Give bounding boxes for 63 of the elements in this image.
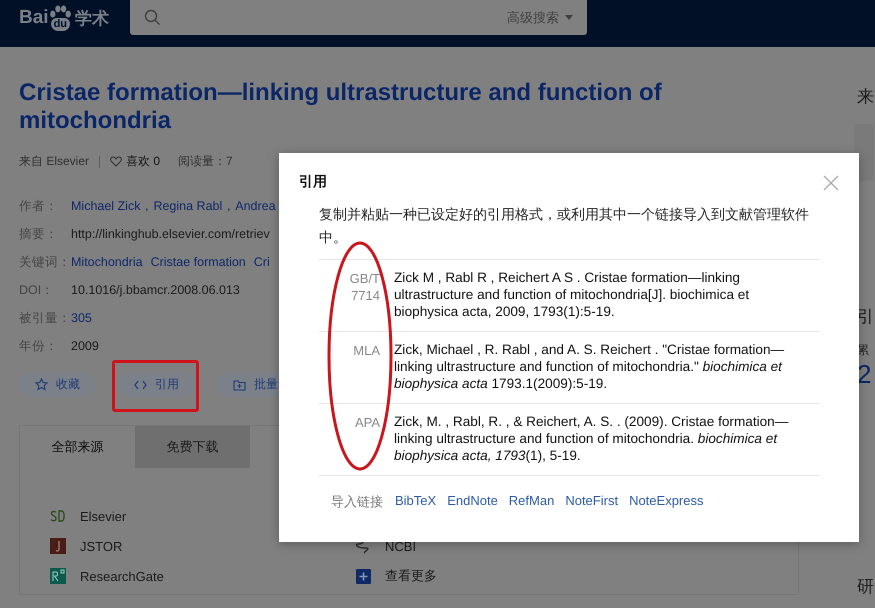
field-label: 年份： (19, 338, 59, 354)
search-field[interactable]: 高级搜索 (130, 0, 588, 35)
field-link[interactable]: Mitochondria (71, 255, 143, 269)
source-link[interactable]: 查看更多 (385, 567, 437, 585)
paw-icon (50, 5, 71, 18)
plus-icon (356, 568, 370, 584)
format-label: GB/T 7714 (348, 270, 380, 305)
source-link[interactable]: ResearchGate (80, 568, 164, 584)
field-label: DOI： (19, 282, 56, 298)
section-heading: 研 (857, 576, 874, 598)
dialog-description: 复制并粘贴一种已设定好的引用格式，或利用其中一个链接导入到文献管理软件中。 (319, 205, 810, 247)
field-link[interactable]: Cristae formation (150, 255, 246, 269)
field-value: 2009 (71, 339, 99, 353)
stat-label: 累 (857, 342, 870, 359)
paper-title: Cristae formation—linking ultrastructure and function of mitochondria (19, 79, 663, 135)
format-label: MLA (352, 342, 380, 360)
import-link[interactable]: NoteExpress (629, 493, 704, 511)
import-link[interactable]: RefMan (508, 493, 554, 511)
caret-icon (565, 15, 574, 20)
source-logo-icon (50, 538, 66, 554)
search-icon (144, 9, 162, 26)
close-button[interactable] (823, 175, 839, 191)
import-link[interactable]: BibTeX (395, 493, 436, 511)
like-button[interactable]: 喜欢 0 (110, 153, 160, 170)
field-value: http://linkinghub.elsevier.com/retriev (71, 227, 270, 241)
citation-text: Zick, M. , Rabl, R. , & Reichert, A. S. . (2009). Cristae formation—linking ultrastructure and function of mitochondria. biochimica et biophysica acta, 1793(1), 5-19. (394, 413, 790, 465)
import-label: 导入链接 (331, 493, 383, 511)
code-icon (134, 380, 147, 390)
source-logo-icon (50, 509, 66, 523)
source-logo-icon (50, 568, 66, 584)
format-label: APA (354, 414, 380, 432)
source-link[interactable]: Elsevier (80, 508, 126, 524)
folder-plus-icon (233, 378, 246, 390)
action-button[interactable]: 收藏 (19, 372, 96, 397)
heart-icon (110, 156, 122, 167)
source-link[interactable]: NCBI (385, 538, 416, 554)
field-label: 被引量： (19, 310, 71, 326)
source-tab[interactable]: 免费下载 (135, 426, 250, 468)
star-icon (35, 378, 48, 391)
logo-text: Bai (19, 7, 49, 29)
section-heading: 来 (857, 86, 874, 108)
advanced-search-link[interactable]: 高级搜索 (507, 8, 560, 26)
field-label: 摘要： (19, 226, 59, 242)
citation-text: Zick, Michael , R. Rabl , and A. S. Reichert . "Cristae formation—linking ultrastructure and function of mitochondria." biochimica et biophysica acta 1793.1(2009):5-19. (394, 341, 786, 393)
field-link[interactable]: 305 (71, 311, 92, 325)
field-label: 作者： (19, 198, 59, 214)
dialog-title: 引用 (299, 173, 328, 191)
section-heading: 引 (857, 306, 874, 328)
field-link[interactable]: Michael Zick，Regina Rabl，Andrea (71, 198, 276, 214)
stat-count: 2 (857, 359, 872, 389)
import-link[interactable]: EndNote (447, 493, 498, 511)
source-link[interactable]: JSTOR (80, 538, 122, 554)
read-count: 阅读量：7 (178, 153, 233, 170)
field-link[interactable]: Cri (254, 255, 270, 269)
logo[interactable]: Bai du 学术 (19, 0, 110, 36)
citation-text: Zick M , Rabl R , Reichert A S . Cristae formation—linking ultrastructure and function of mitochondria[J]. biochimica et biophysica acta, 2009, 1793(1):5-19. (394, 269, 750, 321)
field-value: 10.1016/j.bbamcr.2008.06.013 (71, 283, 240, 297)
source-text: 来自 Elsevier (19, 153, 90, 170)
field-label: 关键词： (19, 254, 71, 270)
logo-text: du (50, 18, 70, 30)
import-link[interactable]: NoteFirst (565, 493, 618, 511)
logo-text: 学术 (75, 8, 110, 30)
action-button[interactable]: 引用 (118, 372, 195, 397)
